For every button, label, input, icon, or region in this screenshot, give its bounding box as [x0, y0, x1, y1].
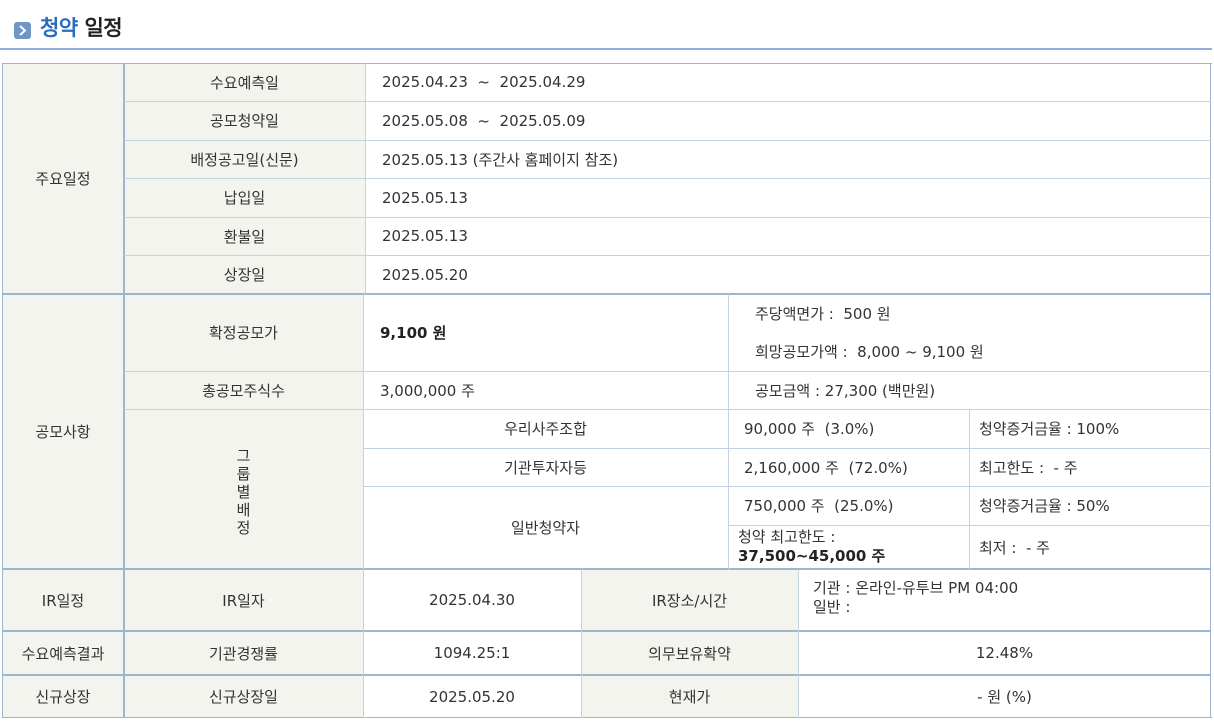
column-divider	[123, 63, 125, 718]
schedule-label-subscription: 공모청약일	[124, 101, 365, 140]
total-shares-value: 3,000,000 주	[363, 371, 728, 409]
retail-shares: 750,000 주 (25.0%)	[728, 486, 969, 525]
employee-union-shares: 90,000 주 (3.0%)	[728, 409, 969, 448]
schedule-value-payment: 2025.05.13	[365, 178, 1211, 217]
schedule-label-refund: 환불일	[124, 217, 365, 255]
row-divider	[124, 255, 1211, 256]
ir-place-time-label: IR장소/시간	[581, 569, 798, 631]
column-divider	[363, 294, 364, 569]
row-divider	[124, 101, 1211, 102]
table-border	[2, 63, 3, 718]
lockup-commitment-label: 의무보유확약	[581, 631, 798, 675]
competition-rate-label: 기관경쟁률	[124, 631, 363, 675]
schedule-value-refund: 2025.05.13	[365, 217, 1211, 255]
table-border	[2, 717, 1212, 718]
listing-group-label: 신규상장	[2, 675, 124, 718]
group-allocation-char: 별	[236, 483, 251, 501]
schedule-label-payment: 납입일	[124, 178, 365, 217]
column-divider	[363, 569, 364, 718]
institution-max-limit: 최고한도 : - 주	[969, 448, 1211, 486]
lockup-commitment-value: 12.48%	[798, 631, 1211, 675]
group-allocation-label: 그 룹 별 배 정	[124, 409, 363, 569]
schedule-label-allocation-notice: 배정공고일(신문)	[124, 140, 365, 178]
schedule-value-subscription: 2025.05.08 ~ 2025.05.09	[365, 101, 1211, 140]
retail-max-limit-label: 청약 최고한도 :	[738, 528, 836, 546]
final-price-label: 확정공모가	[124, 294, 363, 371]
row-divider	[728, 525, 1211, 526]
title-accent: 청약	[40, 16, 78, 40]
current-price-label: 현재가	[581, 675, 798, 718]
schedule-value-allocation-notice: 2025.05.13 (주간사 홈페이지 참조)	[365, 140, 1211, 178]
section-title: 청약 일정	[40, 12, 123, 42]
row-divider	[124, 178, 1211, 179]
competition-rate-value: 1094.25:1	[363, 631, 581, 675]
chevron-right-icon	[14, 22, 31, 39]
retail-max-limit-value: 37,500~45,000 주	[738, 547, 886, 565]
column-divider	[365, 63, 366, 294]
group-allocation-char: 그	[236, 447, 251, 465]
offering-amount: 공모금액 : 27,300 (백만원)	[728, 371, 1211, 409]
row-divider	[124, 217, 1211, 218]
employee-union-deposit-rate: 청약증거금율 : 100%	[969, 409, 1211, 448]
group-allocation-char: 배	[236, 501, 251, 519]
column-divider	[728, 294, 729, 569]
row-divider	[124, 409, 1211, 410]
demand-group-label: 수요예측결과	[2, 631, 124, 675]
group-allocation-char: 정	[236, 519, 251, 537]
listing-date-value: 2025.05.20	[363, 675, 581, 718]
retail-label: 일반청약자	[363, 486, 728, 569]
row-divider	[363, 486, 1211, 487]
total-shares-label: 총공모주식수	[124, 371, 363, 409]
retail-max-limit: 청약 최고한도 : 37,500~45,000 주	[728, 525, 969, 569]
desired-price-range: 희망공모가액 : 8,000 ~ 9,100 원	[728, 332, 1211, 371]
section-header: 청약 일정	[0, 0, 1212, 50]
schedule-value-listing: 2025.05.20	[365, 255, 1211, 294]
ir-retail-info: 일반 :	[813, 598, 851, 616]
retail-min-limit: 최저 : - 주	[969, 525, 1211, 569]
row-divider	[363, 448, 1211, 449]
schedule-label-demand-forecast: 수요예측일	[124, 63, 365, 101]
group-divider	[2, 630, 1211, 632]
group-allocation-char: 룹	[236, 465, 251, 483]
retail-deposit-rate: 청약증거금율 : 50%	[969, 486, 1211, 525]
title-rest: 일정	[84, 16, 123, 40]
group-divider	[2, 674, 1211, 676]
table-border	[1210, 63, 1211, 718]
offering-group-label: 공모사항	[2, 294, 124, 569]
employee-union-label: 우리사주조합	[363, 409, 728, 448]
par-value: 주당액면가 : 500 원	[728, 294, 1211, 332]
schedule-label-listing: 상장일	[124, 255, 365, 294]
current-price-value: - 원 (%)	[798, 675, 1211, 718]
group-divider	[2, 568, 1211, 570]
group-divider	[2, 293, 1211, 295]
schedule-value-demand-forecast: 2025.04.23 ~ 2025.04.29	[365, 63, 1211, 101]
table-border	[2, 63, 1212, 64]
ir-date-value: 2025.04.30	[363, 569, 581, 631]
column-divider	[581, 569, 582, 718]
institution-shares: 2,160,000 주 (72.0%)	[728, 448, 969, 486]
ir-place-time-value: 기관 : 온라인-유투브 PM 04:00 일반 :	[798, 569, 1211, 631]
ir-date-label: IR일자	[124, 569, 363, 631]
column-divider	[969, 409, 970, 569]
final-price-value: 9,100 원	[363, 294, 728, 371]
listing-date-label: 신규상장일	[124, 675, 363, 718]
row-divider	[124, 371, 1211, 372]
row-divider	[124, 140, 1211, 141]
column-divider	[798, 569, 799, 718]
institution-label: 기관투자자등	[363, 448, 728, 486]
schedule-group-label: 주요일정	[2, 63, 124, 294]
ir-institution-info: 기관 : 온라인-유투브 PM 04:00	[813, 579, 1019, 597]
ir-group-label: IR일정	[2, 569, 124, 631]
